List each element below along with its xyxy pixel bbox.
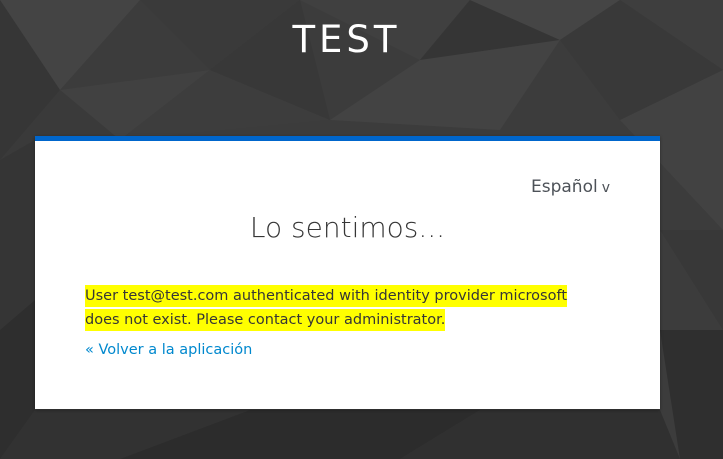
page-title: Lo sentimos... — [249, 211, 446, 244]
locale-dropdown[interactable]: Español v — [531, 177, 610, 197]
back-to-application-link[interactable]: « Volver a la aplicación — [85, 342, 252, 358]
realm-title: TEST — [292, 18, 401, 61]
error-message: User test@test.com authenticated with id… — [85, 284, 600, 332]
locale-label: Español — [530, 177, 598, 197]
error-card: Español v Lo sentimos... User test@test.c… — [35, 136, 660, 409]
error-message-text: User test@test.com authenticated with id… — [85, 285, 568, 331]
chevron-down-icon: v — [601, 180, 610, 196]
